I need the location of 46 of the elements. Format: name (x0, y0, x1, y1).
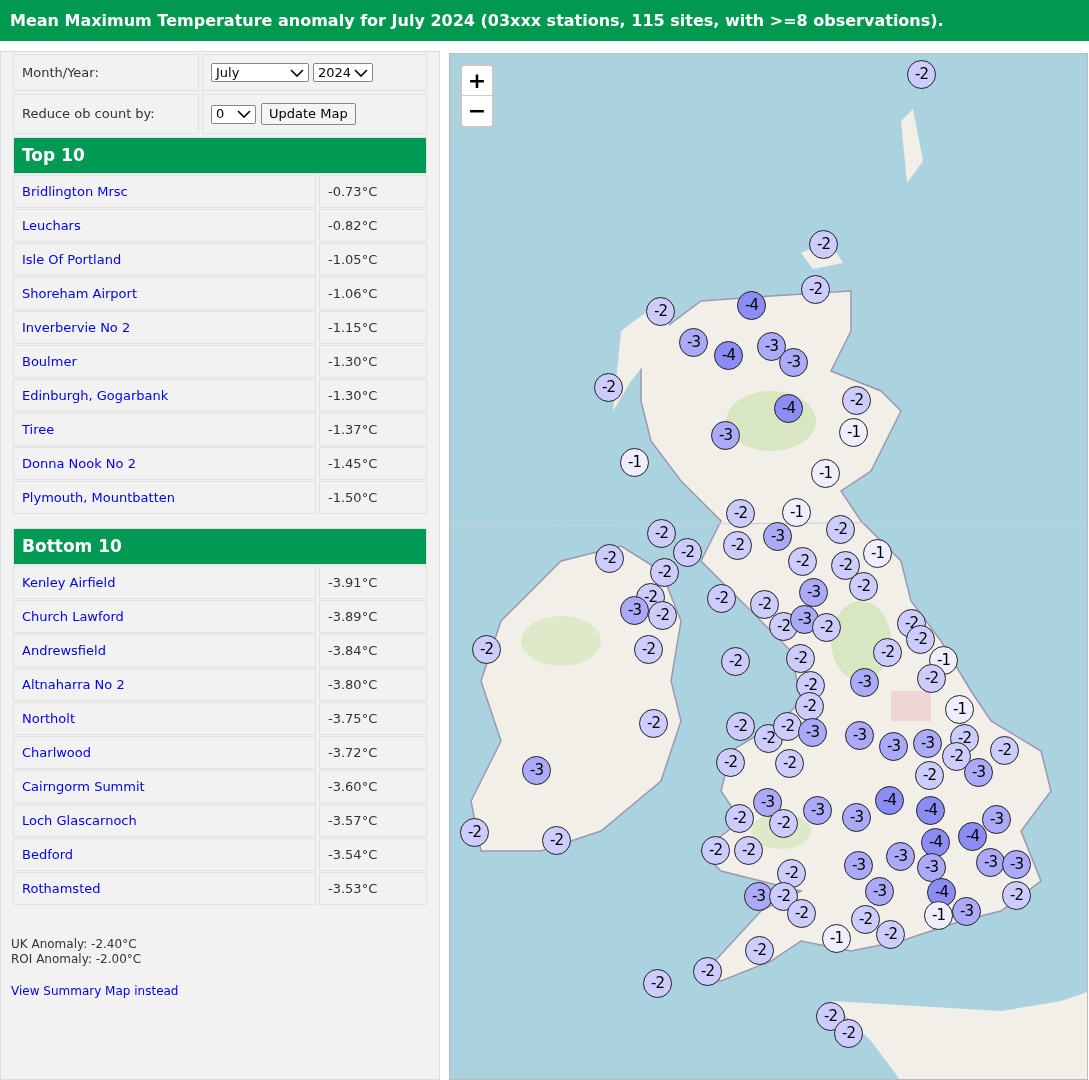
anomaly-cell: -1.50°C (319, 481, 427, 514)
station-link[interactable]: Tiree (22, 419, 55, 440)
zoom-out-button[interactable]: − (462, 96, 492, 126)
section-header: Top 10 (13, 137, 427, 174)
section-header: Bottom 10 (13, 528, 427, 565)
summary-map-link[interactable]: View Summary Map instead (11, 982, 179, 1000)
station-link[interactable]: Boulmer (22, 351, 77, 372)
chevron-icon (237, 110, 251, 118)
anomaly-cell: -1.45°C (319, 447, 427, 480)
anomaly-cell: -1.30°C (319, 345, 427, 378)
anomaly-summary: ROI Anomaly: -2.00°C (11, 952, 143, 967)
anomaly-cell: -3.80°C (319, 668, 427, 701)
station-link[interactable]: Charlwood (22, 742, 92, 763)
station-link[interactable]: Bedford (22, 844, 74, 865)
anomaly-cell: -1.30°C (319, 379, 427, 412)
chevron-icon (290, 68, 304, 77)
anomaly-cell: -3.53°C (319, 872, 427, 905)
anomaly-cell: -3.75°C (319, 702, 427, 735)
month-select[interactable]: July (211, 63, 309, 82)
station-link[interactable]: Andrewsfield (22, 640, 106, 661)
anomaly-cell: -3.89°C (319, 600, 427, 633)
chevron-icon (354, 68, 368, 77)
year-select[interactable]: 2024 (313, 63, 373, 82)
anomaly-cell: -3.91°C (319, 566, 427, 599)
anomaly-cell: -0.82°C (319, 209, 427, 242)
anomaly-cell: -3.84°C (319, 634, 427, 667)
station-link[interactable]: Leuchars (22, 215, 81, 236)
anomaly-cell: -1.37°C (319, 413, 427, 446)
anomaly-cell: -0.73°C (319, 175, 427, 208)
anomaly-cell: -3.57°C (319, 804, 427, 837)
anomaly-cell: -3.72°C (319, 736, 427, 769)
field-label: Reduce ob count by: (22, 105, 155, 124)
station-link[interactable]: Northolt (22, 708, 76, 729)
station-link[interactable]: Kenley Airfield (22, 572, 116, 593)
count-select[interactable]: 0 (211, 104, 256, 124)
anomaly-cell: -3.54°C (319, 838, 427, 871)
zoom-in-button[interactable]: + (462, 66, 492, 96)
update-map-button[interactable]: Update Map (261, 103, 356, 125)
field-label: Month/Year: (22, 63, 99, 82)
anomaly-summary: UK Anomaly: -2.40°C (11, 937, 138, 952)
anomaly-cell: -1.15°C (319, 311, 427, 344)
page-title: Mean Maximum Temperature anomaly for July 2024 (03xxx stations, 115 sites, with >=8 observations). (10, 9, 944, 32)
station-link[interactable]: Rothamsted (22, 878, 101, 899)
anomaly-cell: -3.60°C (319, 770, 427, 803)
anomaly-cell: -1.05°C (319, 243, 427, 276)
anomaly-cell: -1.06°C (319, 277, 427, 310)
